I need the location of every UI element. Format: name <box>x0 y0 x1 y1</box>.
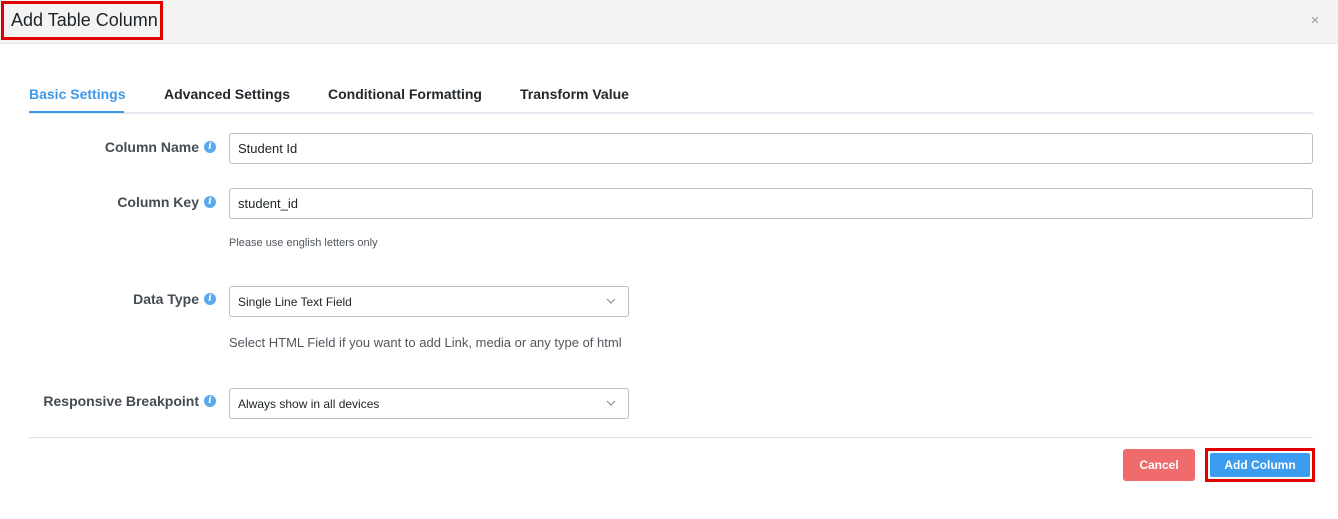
settings-tabs: Basic Settings Advanced Settings Conditi… <box>29 80 1313 114</box>
tab-basic-settings[interactable]: Basic Settings <box>29 86 125 102</box>
modal-title: Add Table Column <box>11 10 158 30</box>
info-icon[interactable]: i <box>204 293 216 305</box>
info-icon[interactable]: i <box>204 196 216 208</box>
active-tab-indicator <box>29 111 124 113</box>
info-icon[interactable]: i <box>204 141 216 153</box>
responsive-breakpoint-label: Responsive Breakpoint i <box>43 393 216 409</box>
column-key-help: Please use english letters only <box>229 237 378 249</box>
chevron-down-icon <box>606 298 616 304</box>
chevron-down-icon <box>606 400 616 406</box>
data-type-select[interactable]: Single Line Text Field <box>229 286 629 317</box>
column-name-label: Column Name i <box>105 139 216 155</box>
column-key-input[interactable] <box>229 188 1313 219</box>
footer-divider <box>29 437 1313 438</box>
column-name-input[interactable] <box>229 133 1313 164</box>
modal-header: Add Table Column × <box>0 0 1338 44</box>
cancel-button[interactable]: Cancel <box>1123 449 1195 481</box>
tab-conditional-formatting[interactable]: Conditional Formatting <box>328 86 482 102</box>
responsive-breakpoint-select[interactable]: Always show in all devices <box>229 388 629 419</box>
column-key-label: Column Key i <box>117 194 216 210</box>
add-column-button[interactable]: Add Column <box>1210 453 1310 477</box>
info-icon[interactable]: i <box>204 395 216 407</box>
tab-advanced-settings[interactable]: Advanced Settings <box>164 86 290 102</box>
title-highlight: Add Table Column <box>1 1 163 40</box>
tab-transform-value[interactable]: Transform Value <box>520 86 629 102</box>
data-type-label: Data Type i <box>133 291 216 307</box>
data-type-help: Select HTML Field if you want to add Lin… <box>229 335 622 350</box>
close-icon[interactable]: × <box>1305 10 1325 30</box>
